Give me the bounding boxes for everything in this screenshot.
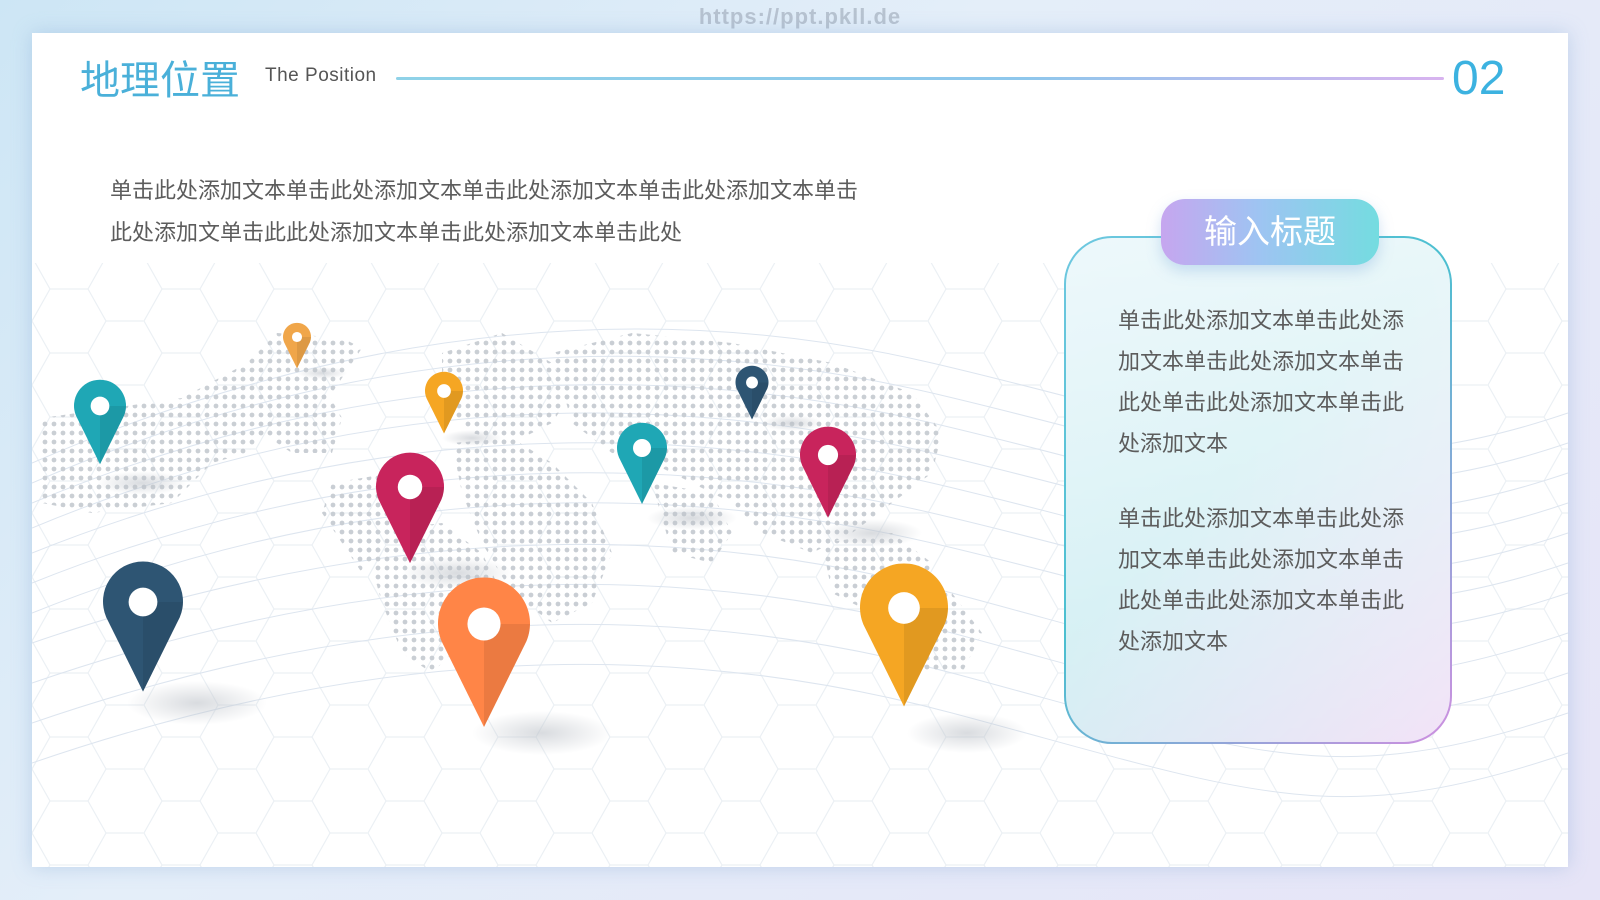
intro-text-line-1: 单击此处添加文本单击此处添加文本单击此处添加文本单击此处添加文本单击 <box>110 179 859 204</box>
card-paragraph-1-line: 此处单击此处添加文本单击此 <box>1118 391 1405 416</box>
watermark-url: https://ppt.pkll.de <box>698 4 902 29</box>
card-title: 输入标题 <box>1161 199 1379 265</box>
title-divider <box>396 77 1444 80</box>
card-paragraph-1-line: 加文本单击此处添加文本单击 <box>1118 350 1405 375</box>
intro-text-line-2: 此处添加文单击此此处添加文本单击此处添加文本单击此处 <box>110 221 683 246</box>
page-title: 地理位置 <box>80 58 240 104</box>
page-subtitle: The Position <box>265 65 377 86</box>
card-paragraph-1-line: 处添加文本 <box>1118 432 1229 457</box>
pin-shadows <box>97 367 1027 755</box>
page-number: 02 <box>1452 52 1506 105</box>
card-paragraph-1-line: 单击此处添加文本单击此处添 <box>1118 309 1405 334</box>
intro-text: 单击此处添加文本单击此处添加文本单击此处添加文本单击此处添加文本单击 此处添加文… <box>110 171 970 255</box>
card-paragraph-2-line: 加文本单击此处添加文本单击 <box>1118 548 1405 573</box>
card-paragraph-1: 单击此处添加文本单击此处添 加文本单击此处添加文本单击 此处单击此处添加文本单击… <box>1118 301 1423 465</box>
card-paragraph-2-line: 单击此处添加文本单击此处添 <box>1118 507 1405 532</box>
card-paragraph-2-line: 处添加文本 <box>1118 630 1229 655</box>
card-paragraph-2-line: 此处单击此处添加文本单击此 <box>1118 589 1405 614</box>
card-paragraph-2: 单击此处添加文本单击此处添 加文本单击此处添加文本单击 此处单击此处添加文本单击… <box>1118 499 1423 663</box>
